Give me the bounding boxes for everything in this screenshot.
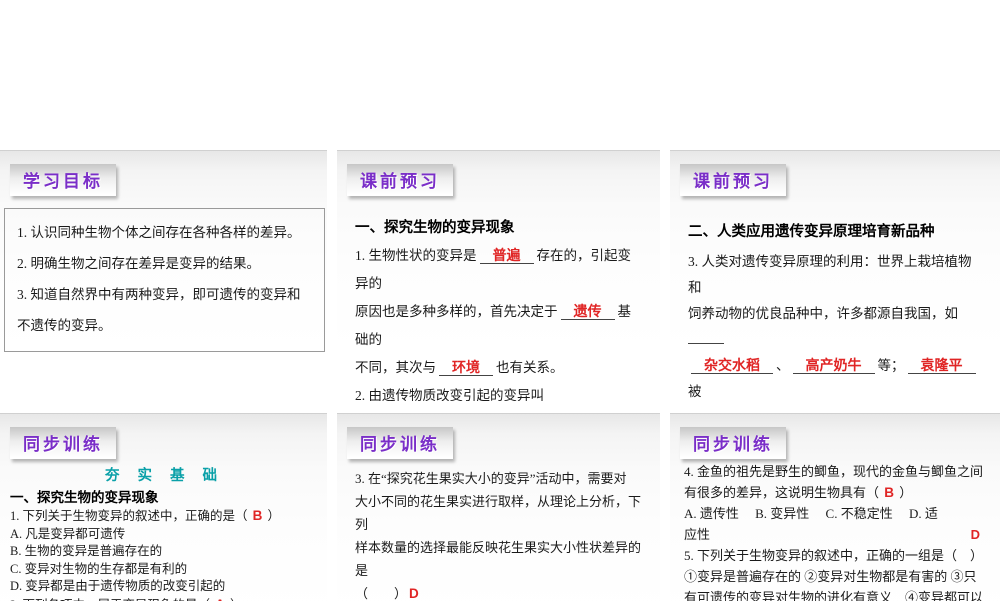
- text-line: 1. 下列关于生物变异的叙述中，正确的是（ B ）: [10, 507, 319, 526]
- answer-letter: B: [251, 508, 265, 523]
- panel-preview-1: 课前预习 一、探究生物的变异现象 1. 生物性状的变异是普遍存在的，引起变异的原…: [337, 150, 660, 401]
- objectives-box: 1. 认识同种生物个体之间存在各种各样的差异。2. 明确生物之间存在差异是变异的…: [4, 208, 325, 352]
- section-heading-breeding-new-varieties: 二、人类应用遗传变异原理培育新品种: [688, 220, 982, 241]
- header-plaque-training-3: 同步训练: [680, 427, 786, 459]
- fill-blank-answer: 遗传: [561, 303, 615, 320]
- text-line: 原因也是多种多样的，首先决定于遗传基础的: [355, 298, 642, 354]
- text-line: D. 变异都是由于遗传物质的改变引起的: [10, 578, 319, 596]
- text-line: 2. 下列各项中，属于变异现象的是（ A ）: [10, 596, 319, 601]
- header-plaque-learning-objectives: 学习目标: [10, 164, 116, 196]
- fill-blank-answer: 袁隆平: [908, 357, 976, 374]
- fill-blank-answer: 环境: [439, 359, 493, 376]
- text-line: 杂交水稻、高产奶牛等；袁隆平被: [688, 353, 982, 401]
- text-line: 3. 在“探究花生果实大小的变异”活动中，需要对: [355, 467, 644, 490]
- preview-2-text: 3. 人类对遗传变异原理的利用：世界上栽培植物和饲养动物的优良品种中，许多都源自…: [688, 249, 982, 401]
- training-2-content: 3. 在“探究花生果实大小的变异”活动中，需要对大小不同的花生果实进行取样，从理…: [337, 459, 660, 601]
- panel-preview-2: 课前预习 二、人类应用遗传变异原理培育新品种 3. 人类对遗传变异原理的利用：世…: [670, 150, 1000, 401]
- text-line: 应性D: [684, 524, 990, 545]
- text-line: A. 遗传性 B. 变异性 C. 不稳定性 D. 适: [684, 503, 990, 524]
- text-line: 饲养动物的优良品种中，许多都源自我国，如: [688, 301, 982, 353]
- text-line: 有可遗传的变异对生物的进化有意义 ④变异都可以: [684, 587, 990, 601]
- training-3-questions: 4. 金鱼的祖先是野生的鲫鱼，现代的金鱼与鲫鱼之间有很多的差异，这说明生物具有（…: [684, 461, 990, 601]
- fill-blank-answer: 高产奶牛: [793, 357, 875, 374]
- header-plaque-training-1: 同步训练: [10, 427, 116, 459]
- training-1-questions: 1. 下列关于生物变异的叙述中，正确的是（ B ）A. 凡是变异都可遗传B. 生…: [10, 507, 319, 601]
- panel-learning-objectives: 学习目标 1. 认识同种生物个体之间存在各种各样的差异。2. 明确生物之间存在差…: [0, 150, 327, 401]
- answer-letter: A: [213, 597, 227, 601]
- answer-letter: B: [882, 485, 896, 500]
- fill-blank-answer: 普遍: [480, 247, 534, 264]
- panel-training-1: 同步训练 夯 实 基 础 一、探究生物的变异现象 1. 下列关于生物变异的叙述中…: [0, 413, 327, 601]
- text-line: 2. 明确生物之间存在差异是变异的结果。: [17, 248, 312, 279]
- fill-blank-answer: 杂交水稻: [691, 357, 773, 374]
- banner-consolidate-basics: 夯 实 基 础: [10, 464, 319, 485]
- text-line: 1. 认识同种生物个体之间存在各种各样的差异。: [17, 217, 312, 248]
- text-line: 有很多的差异，这说明生物具有（ B ）: [684, 482, 990, 503]
- training-3-content: 4. 金鱼的祖先是野生的鲫鱼，现代的金鱼与鲫鱼之间有很多的差异，这说明生物具有（…: [670, 459, 1000, 601]
- text-line: 1. 生物性状的变异是普遍存在的，引起变异的: [355, 242, 642, 298]
- preview-1-content: 一、探究生物的变异现象 1. 生物性状的变异是普遍存在的，引起变异的原因也是多种…: [337, 216, 660, 401]
- training-1-section-heading: 一、探究生物的变异现象: [10, 486, 319, 506]
- answer-letter: D: [407, 586, 421, 601]
- text-line: 5. 下列关于生物变异的叙述中，正确的一组是（ ）: [684, 545, 990, 566]
- preview-1-text: 1. 生物性状的变异是普遍存在的，引起变异的原因也是多种多样的，首先决定于遗传基…: [355, 242, 642, 401]
- text-line: 3. 知道自然界中有两种变异，即可遗传的变异和不遗传的变异。: [17, 279, 312, 341]
- training-1-content: 夯 实 基 础 一、探究生物的变异现象 1. 下列关于生物变异的叙述中，正确的是…: [0, 464, 327, 601]
- text-line: （ ）D: [355, 582, 644, 601]
- courseware-page: { "colors": { "plaque_text": "#7a2ec8", …: [0, 0, 1000, 600]
- answer-letter: D: [971, 524, 980, 545]
- text-line: 样本数量的选择最能反映花生果实大小性状差异的是: [355, 536, 644, 582]
- blank-underline: [688, 330, 724, 344]
- preview-2-content: 二、人类应用遗传变异原理培育新品种 3. 人类对遗传变异原理的利用：世界上栽培植…: [670, 220, 1000, 401]
- panel-training-3: 同步训练 4. 金鱼的祖先是野生的鲫鱼，现代的金鱼与鲫鱼之间有很多的差异，这说明…: [670, 413, 1000, 601]
- header-plaque-preview-1: 课前预习: [347, 164, 453, 196]
- section-heading-variation-phenomena: 一、探究生物的变异现象: [355, 216, 642, 237]
- text-line: 不同，其次与环境也有关系。: [355, 354, 642, 382]
- text-line: 3. 人类对遗传变异原理的利用：世界上栽培植物和: [688, 249, 982, 301]
- text-line: B. 生物的变异是普遍存在的: [10, 543, 319, 561]
- header-plaque-preview-2: 课前预习: [680, 164, 786, 196]
- text-line: 4. 金鱼的祖先是野生的鲫鱼，现代的金鱼与鲫鱼之间: [684, 461, 990, 482]
- text-line: C. 变异对生物的生存都是有利的: [10, 561, 319, 579]
- text-line: A. 凡是变异都可遗传: [10, 526, 319, 544]
- text-line: 大小不同的花生果实进行取样，从理论上分析，下列: [355, 490, 644, 536]
- training-2-questions: 3. 在“探究花生果实大小的变异”活动中，需要对大小不同的花生果实进行取样，从理…: [355, 467, 644, 601]
- panel-training-2: 同步训练 3. 在“探究花生果实大小的变异”活动中，需要对大小不同的花生果实进行…: [337, 413, 660, 601]
- text-line: 2. 由遗传物质改变引起的变异叫可遗传的变异，: [355, 382, 642, 401]
- header-plaque-training-2: 同步训练: [347, 427, 453, 459]
- text-line: ①变异是普遍存在的 ②变异对生物都是有害的 ③只: [684, 566, 990, 587]
